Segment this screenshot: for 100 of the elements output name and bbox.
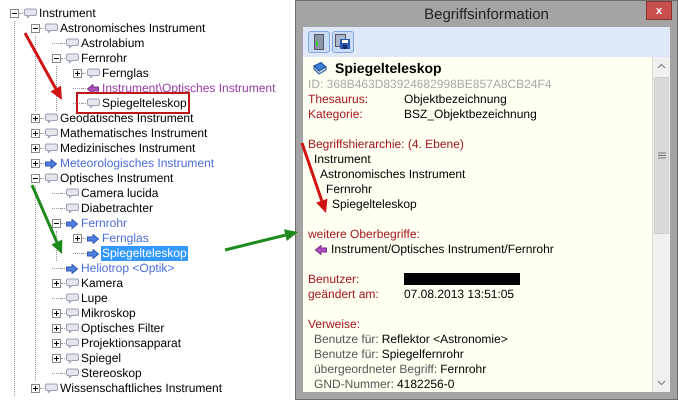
reference-value: Fernrohr [440,362,486,376]
hierarchy-item: Fernrohr [326,182,372,196]
speech-bubble-icon [66,293,78,304]
reference-value: 4182256-0 [397,377,454,391]
reference-label: Benutze für: [314,332,379,346]
term-id: ID: 368B463D83924682998BE857A8CB24F4 [308,77,553,92]
tree-item[interactable]: Heliotrop <Optik> [80,261,176,276]
tree-item[interactable]: Astrolabium [80,36,146,51]
tree-toggle[interactable] [52,309,61,318]
reference-label: übergeordneter Begriff: [314,362,438,376]
scroll-up-icon[interactable] [657,63,666,69]
tree-toggle[interactable] [52,339,61,348]
field-label: geändert am: [308,287,380,302]
tree-item[interactable]: Spiegel [80,351,122,366]
speech-bubble-icon [44,173,58,184]
tree-item[interactable]: Wissenschaftliches Instrument [59,381,224,396]
speech-bubble-icon [66,53,78,64]
tree-item[interactable]: Instrument [38,6,97,21]
tree-item[interactable]: Meteorologisches Instrument [59,156,216,171]
toolbar-button[interactable] [332,31,354,53]
right-arrow-icon [66,218,78,228]
field-value: Objektbezeichnung [404,92,507,107]
speech-bubble-icon [66,203,78,214]
tree-toggle[interactable] [73,69,82,78]
section-heading: Begriffshierarchie: (4. Ebene) [308,137,465,152]
hierarchy-item: Instrument [314,152,371,166]
tree-toggle[interactable] [31,144,40,153]
tree-item[interactable]: Astronomisches Instrument [59,21,206,36]
broader-term-link[interactable]: Instrument/Optisches Instrument/Fernrohr [331,242,554,257]
speech-bubble-icon [44,143,58,154]
tree-item[interactable]: Fernglas [101,66,150,81]
book-icon [313,62,327,74]
scroll-thumb[interactable] [654,77,669,234]
tree-item[interactable]: Camera lucida [80,186,160,201]
section-heading: Verweise: [308,317,362,332]
right-arrow-icon [87,248,99,258]
tree-item[interactable]: Optisches Instrument [59,171,174,186]
panel-icon [314,34,324,50]
window-title: Begriffsinformation [424,6,549,22]
tree-item[interactable]: Kamera [80,276,124,291]
annotation-arrow [24,32,62,100]
speech-bubble-icon [66,188,78,199]
tree-toggle[interactable] [31,129,40,138]
speech-bubble-icon [66,308,78,319]
tree-item[interactable]: Projektionsapparat [80,336,182,351]
tree-item[interactable]: Lupe [80,291,109,306]
right-arrow-icon [66,264,78,274]
tree-toggle[interactable] [52,279,61,288]
speech-bubble-icon [66,38,78,49]
save-icon [335,34,351,50]
tree-item[interactable]: Fernglas [101,231,150,246]
tree-toggle[interactable] [52,219,61,228]
speech-bubble-icon [44,113,58,124]
field-value: BSZ_Objektbezeichnung [404,107,537,122]
speech-bubble-icon [66,323,78,334]
hierarchy-item: Spiegelteleskop [332,197,417,211]
tree-item[interactable]: Mikroskop [80,306,137,321]
tree-toggle[interactable] [52,354,61,363]
field-label: Benutzer: [308,272,360,287]
tree-toggle[interactable] [31,384,40,393]
left-arrow-icon [87,84,99,94]
scroll-down-icon[interactable] [657,380,666,386]
reference-value: Spiegelfernrohr [382,347,464,361]
hierarchy-item: Astronomisches Instrument [320,167,466,181]
tree-item[interactable]: Geodatisches Instrument [59,111,194,126]
right-arrow-icon [45,158,57,168]
reference-label: GND-Nummer: [314,377,394,391]
right-arrow-icon [87,234,99,244]
tree-toggle[interactable] [31,114,40,123]
speech-bubble-icon [86,98,100,109]
close-button[interactable]: x [646,1,672,20]
tree-toggle[interactable] [31,159,40,168]
tree-item[interactable]: Stereoskop [80,366,143,381]
scrollbar[interactable] [652,57,670,392]
speech-bubble-icon [66,353,78,364]
tree-item[interactable]: Fernrohr [80,51,128,66]
tree-toggle[interactable] [10,9,19,18]
reference-label: Benutze für: [314,347,379,361]
left-arrow-icon [315,244,327,254]
tree-toggle[interactable] [73,234,82,243]
tree-item[interactable]: Instrument\Optisches Instrument [101,81,276,96]
tree-item[interactable]: Mathematisches Instrument [59,126,208,141]
tree-item[interactable]: Medizinisches Instrument [59,141,196,156]
tree-item[interactable]: Spiegelteleskop [101,96,188,111]
speech-bubble-icon [44,383,58,394]
speech-bubble-icon [44,128,58,139]
field-label: Kategorie: [308,107,364,122]
section-heading: weitere Oberbegriffe: [308,227,421,242]
field-value: 07.08.2013 13:51:05 [404,287,514,302]
speech-bubble-icon [24,8,36,19]
tree-toggle[interactable] [31,24,40,33]
tree-toggle[interactable] [52,54,61,63]
speech-bubble-icon [66,278,78,289]
speech-bubble-icon [66,338,78,349]
tree-item[interactable]: Fernrohr [80,216,128,231]
tree-item[interactable]: Diabetrachter [80,201,154,216]
tree-toggle[interactable] [31,174,40,183]
tree-toggle[interactable] [52,324,61,333]
tree-item[interactable]: Optisches Filter [80,321,166,336]
speech-bubble-icon [66,368,78,379]
